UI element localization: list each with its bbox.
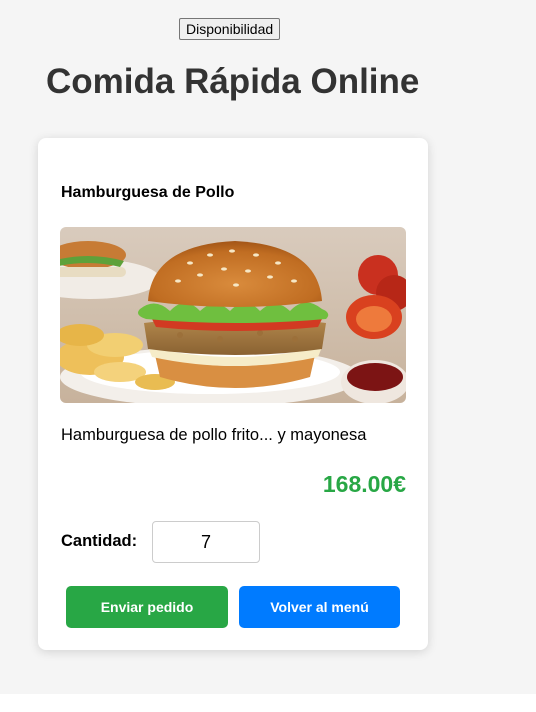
product-image xyxy=(60,227,406,403)
back-to-menu-button[interactable]: Volver al menú xyxy=(239,586,400,628)
quantity-label: Cantidad: xyxy=(61,532,138,550)
product-description: Hamburguesa de pollo frito... y mayonesa xyxy=(61,426,367,444)
product-name: Hamburguesa de Pollo xyxy=(61,184,235,201)
product-price: 168.00€ xyxy=(322,471,406,497)
page-background: Disponibilidad Comida Rápida Online Hamb… xyxy=(0,0,536,694)
availability-button[interactable]: Disponibilidad xyxy=(179,18,281,40)
quantity-input[interactable] xyxy=(152,521,260,563)
send-order-button[interactable]: Enviar pedido xyxy=(66,586,228,628)
page-title: Comida Rápida Online xyxy=(46,62,420,101)
product-card: Hamburguesa de Pollo Hamburguesa de poll… xyxy=(38,138,428,650)
